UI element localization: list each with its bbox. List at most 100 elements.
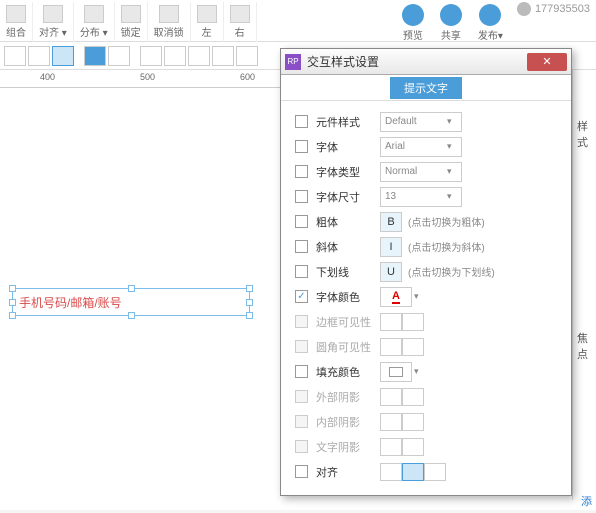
border4-btn[interactable] — [212, 46, 234, 66]
prop-cvis: 圆角可见性 — [281, 334, 571, 359]
prop-align: 对齐 — [281, 459, 571, 484]
resize-handle[interactable] — [246, 285, 253, 292]
prop-style: 元件样式Default▾ — [281, 109, 571, 134]
border5-btn[interactable] — [236, 46, 258, 66]
toolbar-icon — [6, 5, 26, 23]
toolbar-对齐 ▾[interactable]: 对齐 ▾ — [33, 2, 74, 42]
font-color-button[interactable]: A — [380, 287, 412, 307]
dialog-title: 交互样式设置 — [307, 53, 527, 70]
fill-dd-btn[interactable] — [108, 46, 130, 66]
chevron-down-icon[interactable]: ▾ — [414, 291, 419, 302]
prop-bvis: 边框可见性 — [281, 309, 571, 334]
panel-label-style[interactable]: 样式 — [573, 70, 596, 150]
style-checkbox[interactable] — [295, 115, 308, 128]
toolbar-共享[interactable]: 共享 — [432, 2, 470, 44]
toolbar-发布▾[interactable]: 发布▾ — [470, 2, 511, 44]
ishad-label: 内部阴影 — [316, 414, 380, 430]
border2-btn[interactable] — [164, 46, 186, 66]
fsize-checkbox[interactable] — [295, 190, 308, 203]
close-icon[interactable]: ✕ — [527, 53, 567, 71]
toolbar-icon — [479, 4, 501, 26]
right-panel: 样式 焦点 — [572, 70, 596, 500]
ishad-checkbox[interactable] — [295, 415, 308, 428]
fill-color-btn[interactable] — [84, 46, 106, 66]
bold-label: 粗体 — [316, 214, 380, 230]
chevron-down-icon: ▾ — [447, 166, 459, 178]
fill-color-button[interactable] — [380, 362, 412, 382]
toolbar-组合[interactable]: 组合 — [0, 2, 33, 42]
align-checkbox[interactable] — [295, 465, 308, 478]
dialog-titlebar[interactable]: RP 交互样式设置 ✕ — [281, 49, 571, 75]
toolbar-icon — [197, 5, 217, 23]
selected-textfield[interactable]: 手机号码/邮箱/账号 — [12, 288, 250, 316]
prop-ishad: 内部阴影 — [281, 409, 571, 434]
prop-bold: 粗体B(点击切换为粗体) — [281, 209, 571, 234]
dialog-tabs: 提示文字 — [281, 75, 571, 101]
align-left-btn[interactable] — [4, 46, 26, 66]
resize-handle[interactable] — [9, 312, 16, 319]
style-select[interactable]: Default▾ — [380, 112, 462, 132]
fcolor-checkbox[interactable]: ✓ — [295, 290, 308, 303]
fsize-select[interactable]: 13▾ — [380, 187, 462, 207]
toolbar-icon — [43, 5, 63, 23]
user-account[interactable]: 177935503 — [511, 2, 596, 16]
chevron-down-icon: ▾ — [447, 191, 459, 203]
property-list: 元件样式Default▾字体Arial▾字体类型Normal▾字体尺寸13▾粗体… — [281, 101, 571, 495]
resize-handle[interactable] — [128, 312, 135, 319]
border-btn[interactable] — [140, 46, 162, 66]
bold-checkbox[interactable] — [295, 215, 308, 228]
italic-toggle[interactable]: I — [380, 237, 402, 257]
align-right-btn[interactable] — [52, 46, 74, 66]
toolbar-icon — [84, 5, 104, 23]
border3-btn[interactable] — [188, 46, 210, 66]
resize-handle[interactable] — [9, 299, 16, 306]
align-label: 对齐 — [316, 464, 380, 480]
toolbar-左[interactable]: 左 — [191, 2, 224, 42]
oshad-segment — [380, 388, 424, 406]
resize-handle[interactable] — [246, 299, 253, 306]
bvis-label: 边框可见性 — [316, 314, 380, 330]
cvis-label: 圆角可见性 — [316, 339, 380, 355]
style-label: 元件样式 — [316, 114, 380, 130]
tshad-checkbox[interactable] — [295, 440, 308, 453]
chevron-down-icon: ▾ — [447, 116, 459, 128]
ftype-checkbox[interactable] — [295, 165, 308, 178]
under-checkbox[interactable] — [295, 265, 308, 278]
fill-label: 填充颜色 — [316, 364, 380, 380]
prop-ftype: 字体类型Normal▾ — [281, 159, 571, 184]
chevron-down-icon[interactable]: ▾ — [414, 366, 419, 377]
toolbar-预览[interactable]: 预览 — [394, 2, 432, 44]
chevron-down-icon: ▾ — [447, 141, 459, 153]
ftype-label: 字体类型 — [316, 164, 380, 180]
font-select[interactable]: Arial▾ — [380, 137, 462, 157]
panel-label-focus[interactable]: 焦点 — [573, 150, 596, 362]
bold-toggle[interactable]: B — [380, 212, 402, 232]
oshad-checkbox[interactable] — [295, 390, 308, 403]
tab-hint-text[interactable]: 提示文字 — [390, 77, 462, 99]
toolbar-取消锁[interactable]: 取消锁 — [148, 2, 191, 42]
italic-label: 斜体 — [316, 239, 380, 255]
prop-under: 下划线U(点击切换为下划线) — [281, 259, 571, 284]
toolbar-icon — [121, 5, 141, 23]
main-toolbar: 组合对齐 ▾分布 ▾锁定取消锁左右 预览共享发布▾ 177935503 — [0, 0, 596, 42]
align-segment[interactable] — [380, 463, 446, 481]
toolbar-分布 ▾[interactable]: 分布 ▾ — [74, 2, 115, 42]
under-toggle[interactable]: U — [380, 262, 402, 282]
oshad-label: 外部阴影 — [316, 389, 380, 405]
toolbar-右[interactable]: 右 — [224, 2, 257, 42]
ftype-select[interactable]: Normal▾ — [380, 162, 462, 182]
align-center-btn[interactable] — [28, 46, 50, 66]
italic-checkbox[interactable] — [295, 240, 308, 253]
resize-handle[interactable] — [9, 285, 16, 292]
bvis-checkbox[interactable] — [295, 315, 308, 328]
fcolor-label: 字体颜色 — [316, 289, 380, 305]
user-icon — [517, 2, 531, 16]
font-checkbox[interactable] — [295, 140, 308, 153]
resize-handle[interactable] — [246, 312, 253, 319]
cvis-checkbox[interactable] — [295, 340, 308, 353]
add-link[interactable]: 添 — [581, 493, 592, 509]
fill-checkbox[interactable] — [295, 365, 308, 378]
toolbar-锁定[interactable]: 锁定 — [115, 2, 148, 42]
resize-handle[interactable] — [128, 285, 135, 292]
app-icon: RP — [285, 54, 301, 70]
